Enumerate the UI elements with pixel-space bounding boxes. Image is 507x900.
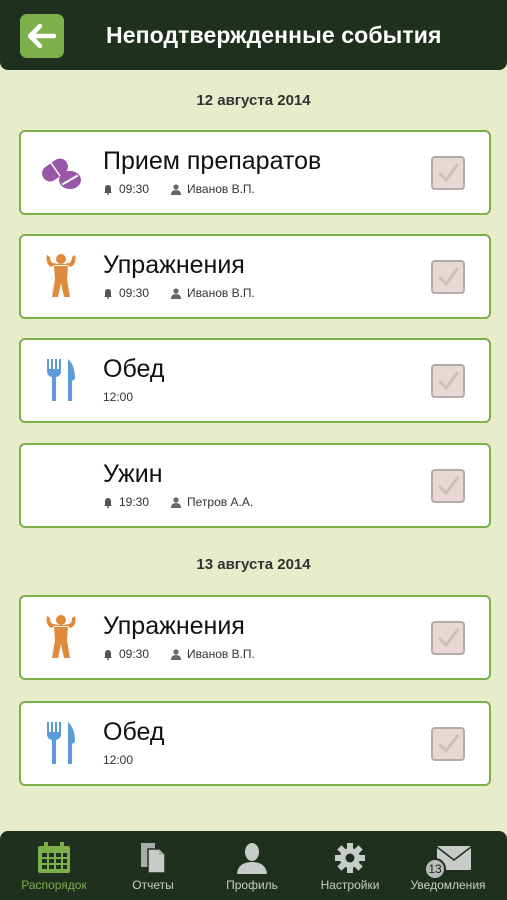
pills-icon — [39, 150, 83, 194]
event-title: Упражнения — [103, 612, 245, 640]
bodybuilder-icon — [39, 254, 83, 298]
event-title: Обед — [103, 355, 165, 383]
event-person: Иванов В.П. — [187, 286, 255, 300]
user-icon — [202, 841, 302, 875]
event-time: 09:30 — [119, 286, 150, 300]
calendar-icon — [4, 841, 104, 875]
tab-schedule[interactable]: Распорядок — [4, 831, 104, 900]
event-card[interactable]: Упражнения 09:30 Иванов В.П. — [19, 234, 491, 319]
event-time: 19:30 — [119, 495, 150, 509]
user-small-icon — [171, 496, 182, 508]
event-card[interactable]: Ужин 19:30 Петров А.А. — [19, 443, 491, 528]
event-meta: 09:30 Иванов В.П. — [103, 182, 255, 196]
date-heading: 13 августа 2014 — [196, 556, 311, 573]
fork-knife-icon — [39, 721, 83, 765]
checkmark-icon — [437, 267, 460, 287]
tab-notifications[interactable]: Уведомления — [398, 831, 498, 900]
header-bar: Неподтвержденные события — [0, 0, 507, 70]
back-button[interactable] — [20, 14, 64, 58]
event-meta: 09:30 Иванов В.П. — [103, 286, 255, 300]
confirm-checkbox[interactable] — [431, 156, 465, 190]
envelope-icon — [398, 841, 498, 875]
event-person: Иванов В.П. — [187, 182, 255, 196]
documents-icon — [103, 841, 203, 875]
event-card[interactable]: Прием препаратов 09:30 Иванов В.П. — [19, 130, 491, 215]
user-small-icon — [171, 648, 182, 660]
confirm-checkbox[interactable] — [431, 727, 465, 761]
checkmark-icon — [437, 734, 460, 754]
tab-label: Уведомления — [410, 878, 486, 892]
tab-label: Распорядок — [21, 878, 87, 892]
checkmark-icon — [437, 163, 460, 183]
user-small-icon — [171, 287, 182, 299]
tab-settings[interactable]: Настройки — [300, 831, 400, 900]
confirm-checkbox[interactable] — [431, 469, 465, 503]
event-person: Петров А.А. — [187, 495, 254, 509]
event-card[interactable]: Упражнения 09:30 Иванов В.П. — [19, 595, 491, 680]
checkmark-icon — [437, 371, 460, 391]
bell-icon — [104, 497, 112, 508]
tab-label: Настройки — [320, 878, 380, 892]
date-heading: 12 августа 2014 — [196, 92, 311, 109]
event-meta: 09:30 Иванов В.П. — [103, 647, 255, 661]
confirm-checkbox[interactable] — [431, 260, 465, 294]
gear-icon — [300, 841, 400, 875]
event-time: 09:30 — [119, 182, 150, 196]
arrow-left-icon — [28, 24, 56, 48]
event-card[interactable]: Обед 12:00 — [19, 338, 491, 423]
checkmark-icon — [437, 476, 460, 496]
event-time: 09:30 — [119, 647, 150, 661]
tab-reports[interactable]: Отчеты — [103, 831, 203, 900]
tab-label: Профиль — [226, 878, 278, 892]
confirm-checkbox[interactable] — [431, 621, 465, 655]
event-card[interactable]: Обед 12:00 — [19, 701, 491, 786]
tab-profile[interactable]: Профиль — [202, 831, 302, 900]
event-meta: 12:00 — [103, 390, 133, 404]
event-meta: 12:00 — [103, 753, 133, 767]
user-small-icon — [171, 183, 182, 195]
bodybuilder-icon — [39, 615, 83, 659]
checkmark-icon — [437, 628, 460, 648]
event-meta: 19:30 Петров А.А. — [103, 495, 253, 509]
bell-icon — [104, 184, 112, 195]
event-title: Упражнения — [103, 251, 245, 279]
event-title: Прием препаратов — [103, 147, 322, 175]
event-time: 12:00 — [103, 390, 134, 404]
tab-label: Отчеты — [132, 878, 174, 892]
bell-icon — [104, 288, 112, 299]
confirm-checkbox[interactable] — [431, 364, 465, 398]
event-person: Иванов В.П. — [187, 647, 255, 661]
fork-knife-icon — [39, 358, 83, 402]
event-time: 12:00 — [103, 753, 134, 767]
notification-count-badge: 13 — [424, 858, 446, 880]
bell-icon — [104, 649, 112, 660]
event-title: Обед — [103, 718, 165, 746]
event-title: Ужин — [103, 460, 163, 488]
page-title: Неподтвержденные события — [106, 22, 442, 48]
